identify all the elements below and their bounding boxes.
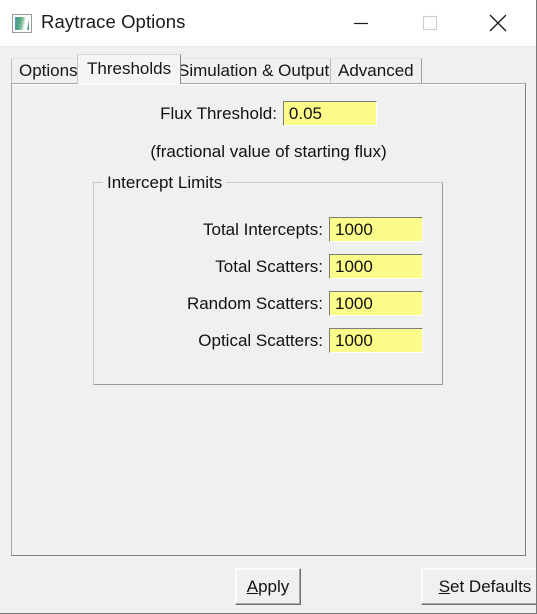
flux-threshold-label: Flux Threshold: (160, 103, 277, 123)
optical-scatters-label: Optical Scatters: (198, 330, 323, 350)
tab-advanced[interactable]: Advanced (330, 58, 422, 83)
total-scatters-label: Total Scatters: (215, 256, 323, 276)
minimize-icon (354, 22, 368, 25)
apply-button[interactable]: Apply (235, 568, 301, 605)
minimize-button[interactable] (338, 0, 384, 46)
random-scatters-row: Random Scatters: (187, 291, 423, 316)
tab-strip: Options Thresholds Simulation & Output A… (0, 54, 536, 84)
tab-thresholds[interactable]: Thresholds (77, 54, 182, 84)
maximize-button[interactable] (407, 0, 453, 46)
intercept-limits-group: Intercept Limits Total Intercepts: Total… (93, 173, 443, 385)
set-defaults-button-label: et Defaults (450, 576, 532, 596)
window-title: Raytrace Options (41, 11, 186, 32)
raytrace-options-window: Raytrace Options Options Thresholds Simu… (0, 0, 537, 614)
intercept-limits-legend: Intercept Limits (103, 173, 227, 193)
random-scatters-label: Random Scatters: (186, 293, 323, 313)
app-icon-glyph (15, 17, 29, 30)
tab-simulation-output[interactable]: Simulation & Output (170, 58, 338, 83)
random-scatters-input[interactable] (329, 291, 423, 316)
flux-threshold-row: Flux Threshold: (12, 101, 525, 126)
total-intercepts-label: Total Intercepts: (202, 219, 323, 239)
total-intercepts-input[interactable] (329, 217, 423, 242)
set-defaults-button[interactable]: Set Defaults (421, 568, 536, 605)
close-icon (489, 14, 507, 32)
set-defaults-button-mnemonic: S (438, 576, 451, 596)
flux-threshold-hint: (fractional value of starting flux) (150, 142, 387, 161)
apply-button-mnemonic: A (246, 576, 259, 596)
optical-scatters-input[interactable] (329, 328, 423, 353)
maximize-icon (422, 15, 438, 31)
total-scatters-input[interactable] (329, 254, 423, 279)
total-scatters-row: Total Scatters: (215, 254, 423, 279)
image-preview-icon (12, 14, 32, 33)
tab-options[interactable]: Options (11, 58, 86, 83)
close-button[interactable] (475, 0, 521, 46)
apply-button-label: pply (258, 576, 290, 596)
thresholds-tab-panel: Flux Threshold: (fractional value of sta… (11, 83, 526, 556)
flux-threshold-input[interactable] (282, 101, 377, 126)
title-bar: Raytrace Options (0, 0, 536, 47)
optical-scatters-row: Optical Scatters: (198, 328, 423, 353)
total-intercepts-row: Total Intercepts: (203, 217, 423, 242)
